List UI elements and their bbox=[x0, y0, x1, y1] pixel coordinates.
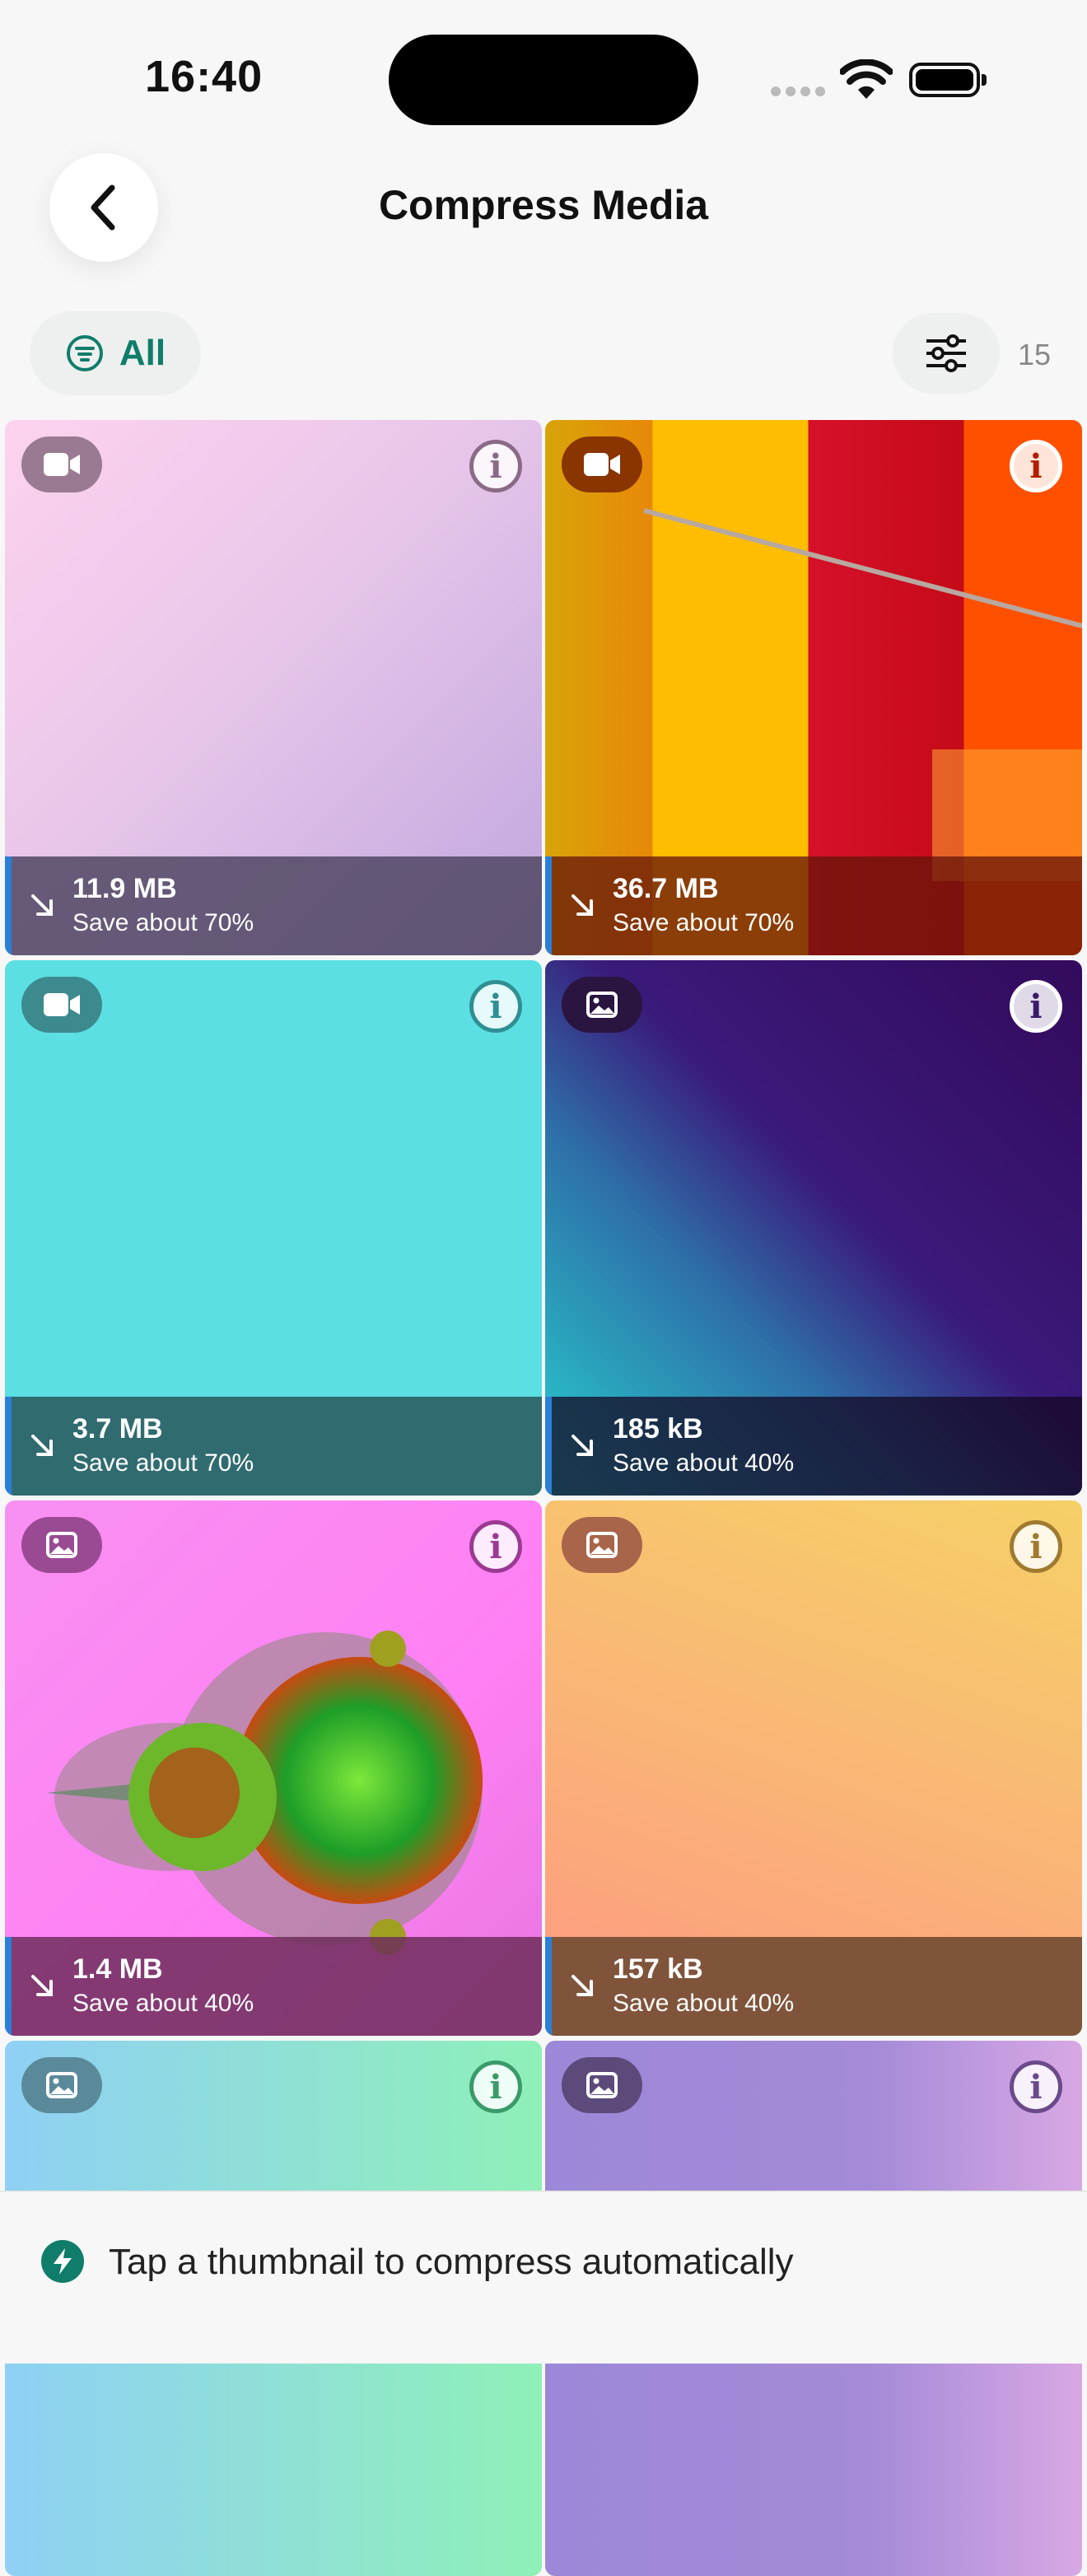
video-icon bbox=[21, 436, 102, 492]
savings-estimate: Save about 40% bbox=[72, 1990, 254, 2017]
filter-all-button[interactable]: All bbox=[30, 311, 201, 395]
lightning-bolt-icon bbox=[41, 2240, 84, 2283]
arrow-down-right-icon bbox=[31, 1435, 53, 1456]
savings-estimate: Save about 70% bbox=[72, 1449, 254, 1477]
file-size: 3.7 MB bbox=[72, 1413, 163, 1444]
battery-icon bbox=[909, 63, 987, 97]
compression-info-bar: 185 kB Save about 40% bbox=[545, 1397, 1082, 1496]
compression-info-bar: 3.7 MB Save about 70% bbox=[5, 1397, 542, 1496]
file-size: 157 kB bbox=[613, 1953, 703, 1985]
video-icon bbox=[562, 436, 642, 492]
dynamic-island bbox=[389, 35, 698, 125]
compression-info-bar: 1.4 MB Save about 40% bbox=[5, 1937, 542, 2036]
info-icon[interactable]: i bbox=[469, 1520, 522, 1573]
media-tile[interactable]: i 36.7 MB Save about 70% bbox=[545, 420, 1082, 955]
compression-info-bar: 11.9 MB Save about 70% bbox=[5, 856, 542, 955]
info-icon[interactable]: i bbox=[1010, 1520, 1062, 1573]
image-icon bbox=[21, 1517, 102, 1573]
hint-text: Tap a thumbnail to compress automaticall… bbox=[109, 2242, 794, 2282]
arrow-down-right-icon bbox=[31, 894, 53, 916]
sliders-icon bbox=[926, 334, 966, 372]
image-icon bbox=[562, 977, 642, 1033]
info-icon[interactable]: i bbox=[1010, 980, 1062, 1033]
filter-icon bbox=[66, 335, 103, 371]
cellular-signal-icon bbox=[771, 86, 830, 100]
info-icon[interactable]: i bbox=[1010, 440, 1062, 492]
page-title: Compress Media bbox=[378, 182, 709, 228]
media-tile[interactable]: i 3.7 MB Save about 70% bbox=[5, 960, 542, 1496]
compression-info-bar: 36.7 MB Save about 70% bbox=[545, 856, 1082, 955]
file-size: 1.4 MB bbox=[72, 1953, 163, 1985]
savings-estimate: Save about 70% bbox=[72, 909, 254, 936]
info-icon[interactable]: i bbox=[469, 440, 522, 492]
media-tile[interactable]: i 185 kB Save about 40% bbox=[545, 960, 1082, 1496]
status-bar: 16:40 bbox=[0, 0, 1087, 148]
media-count: 15 bbox=[1018, 338, 1052, 371]
media-tile[interactable]: i 11.9 MB Save about 70% bbox=[5, 420, 542, 955]
filter-settings-button[interactable] bbox=[893, 313, 1000, 394]
savings-estimate: Save about 40% bbox=[613, 1990, 795, 2017]
file-size: 36.7 MB bbox=[613, 873, 719, 904]
savings-estimate: Save about 40% bbox=[613, 1449, 795, 1477]
hint-bar: Tap a thumbnail to compress automaticall… bbox=[0, 2191, 1087, 2364]
image-icon bbox=[562, 1517, 642, 1573]
wifi-icon bbox=[839, 58, 893, 105]
compression-info-bar: 157 kB Save about 40% bbox=[545, 1937, 1082, 2036]
info-icon[interactable]: i bbox=[1010, 2060, 1062, 2113]
arrow-down-right-icon bbox=[571, 894, 593, 916]
arrow-down-right-icon bbox=[571, 1435, 593, 1456]
arrow-down-right-icon bbox=[31, 1975, 53, 1996]
video-icon bbox=[21, 977, 102, 1033]
info-icon[interactable]: i bbox=[469, 2060, 522, 2113]
image-icon bbox=[21, 2057, 102, 2113]
savings-estimate: Save about 70% bbox=[613, 909, 795, 936]
file-size: 11.9 MB bbox=[72, 873, 177, 904]
image-icon bbox=[562, 2057, 642, 2113]
media-tile[interactable]: i 157 kB Save about 40% bbox=[545, 1500, 1082, 2036]
filter-all-label: All bbox=[119, 333, 166, 373]
media-tile[interactable]: i 1.4 MB Save about 40% bbox=[5, 1500, 542, 2036]
file-size: 185 kB bbox=[613, 1413, 703, 1444]
info-icon[interactable]: i bbox=[469, 980, 522, 1033]
status-time: 16:40 bbox=[145, 52, 264, 101]
arrow-down-right-icon bbox=[571, 1975, 593, 1996]
